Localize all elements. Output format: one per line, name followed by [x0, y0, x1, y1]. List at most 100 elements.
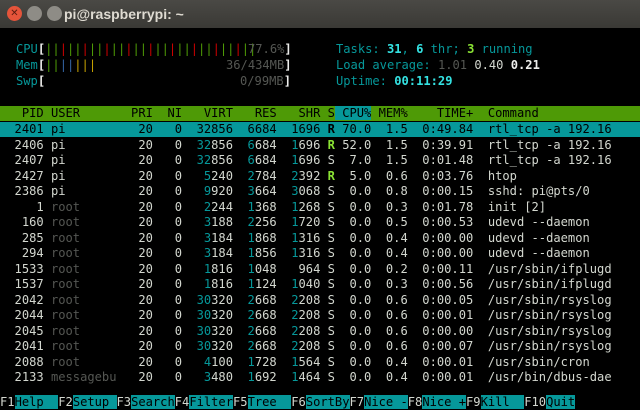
process-row[interactable]: 1537 root 20 0 1816 1124 1040 S 0.0 0.3 … [0, 277, 612, 292]
column-header[interactable]: PRI [117, 106, 153, 120]
mem-cell: 0.4 [371, 370, 408, 384]
mem-meter: Mem[||||||| [16, 58, 97, 72]
cpu-bar-segment: | [154, 42, 162, 56]
shr-cell: 2208 [276, 323, 321, 338]
mem-bar-segment: | [88, 58, 97, 72]
column-header[interactable]: MEM% [371, 106, 408, 120]
pid-cell: 2401 [0, 122, 44, 136]
column-header-row[interactable]: PID USER PRI NI VIRT RES SHR S CPU% MEM%… [0, 106, 640, 121]
shr-cell: 1268 [276, 199, 321, 214]
fkey-f5[interactable]: F5Tree [233, 395, 292, 409]
cpu-bar-segment: | [190, 42, 199, 56]
minimize-window-button[interactable] [27, 6, 42, 21]
ni-cell: 0 [152, 308, 183, 322]
process-row[interactable]: 2407 pi 20 0 32856 6684 1696 S 7.0 1.5 0… [0, 153, 612, 168]
fkey-label: Tree [247, 395, 292, 409]
cpu-bar-segment: | [125, 42, 133, 56]
ni-cell: 0 [152, 122, 183, 136]
fkey-f3[interactable]: F3Search [116, 395, 175, 409]
column-header[interactable]: RES [233, 106, 277, 120]
column-header[interactable]: TIME+ [408, 106, 473, 120]
command-cell: /usr/sbin/rsyslog [473, 292, 612, 307]
virt-cell: 4100 [182, 354, 233, 369]
pri-cell: 20 [116, 199, 153, 214]
command-cell: /usr/sbin/rsyslog [473, 308, 612, 322]
time-cell: 0:03.76 [407, 168, 474, 183]
process-row[interactable]: 160 root 20 0 3188 2256 1720 S 0.0 0.5 0… [0, 215, 590, 230]
terminal-area[interactable]: CPU[||||||||||||||||||||||||||||| 77.6%]… [0, 28, 640, 410]
window-title: pi@raspberrypi: ~ [64, 6, 184, 22]
res-cell: 6684 [233, 153, 277, 167]
shr-cell: 1564 [276, 354, 321, 369]
process-row-selected[interactable]: 2401 pi 20 0 32856 6684 1696 R 70.0 1.5 … [0, 122, 640, 137]
close-window-button[interactable]: ✕ [7, 6, 22, 21]
fkey-f9[interactable]: F9Kill [466, 395, 525, 409]
time-cell: 0:00.01 [407, 308, 474, 322]
process-row[interactable]: 2427 pi 20 0 5240 2784 2392 R 5.0 0.6 0:… [0, 169, 517, 184]
column-header[interactable]: S [320, 106, 335, 120]
process-row[interactable]: 2042 root 20 0 30320 2668 2208 S 0.0 0.6… [0, 293, 612, 308]
cpu-bar-segment: | [59, 42, 67, 56]
fkey-number: F6 [291, 395, 306, 409]
shr-cell: 1696 [276, 122, 321, 136]
process-row[interactable]: 285 root 20 0 3184 1868 1316 S 0.0 0.4 0… [0, 231, 590, 246]
fkey-label: Filter [189, 395, 233, 409]
process-row[interactable]: 294 root 20 0 3184 1856 1316 S 0.0 0.4 0… [0, 246, 590, 261]
time-cell: 0:00.05 [407, 292, 474, 307]
state-cell: S [320, 277, 335, 291]
column-header[interactable]: NI [153, 106, 182, 120]
maximize-window-button[interactable] [47, 6, 62, 21]
fkey-f2[interactable]: F2Setup [58, 395, 117, 409]
mem-cell: 1.5 [371, 153, 408, 167]
cpu-cell: 0.0 [334, 323, 372, 338]
pri-cell: 20 [116, 292, 153, 307]
process-row[interactable]: 2406 pi 20 0 32856 6684 1696 R 52.0 1.5 … [0, 138, 612, 153]
column-header[interactable]: SHR [277, 106, 321, 120]
cpu-bar-segment: | [212, 42, 220, 56]
fkey-f1[interactable]: F1Help [0, 395, 59, 409]
fkey-f8[interactable]: F8Nice + [407, 395, 466, 409]
cpu-bar-segment: | [132, 42, 140, 56]
process-row[interactable]: 2041 root 20 0 30320 2668 2208 S 0.0 0.6… [0, 339, 612, 354]
fkey-f6[interactable]: F6SortBy [291, 395, 350, 409]
column-header[interactable]: PID [0, 106, 44, 120]
column-header[interactable]: VIRT [182, 106, 233, 120]
ni-cell: 0 [152, 354, 183, 369]
shr-cell: 964 [298, 261, 321, 276]
time-cell: 0:00.00 [407, 323, 474, 338]
res-cell: 2668 [233, 323, 277, 338]
ni-cell: 0 [152, 153, 183, 167]
ni-cell: 0 [152, 370, 183, 384]
time-cell: 0:39.91 [407, 137, 474, 152]
process-row[interactable]: 2045 root 20 0 30320 2668 2208 S 0.0 0.6… [0, 324, 612, 339]
process-row[interactable]: 2386 pi 20 0 9920 3664 3068 S 0.0 0.8 0:… [0, 184, 590, 199]
shr-cell: 2208 [276, 292, 321, 307]
fkey-number: F1 [0, 395, 15, 409]
column-header[interactable]: USER [44, 106, 117, 120]
user-cell: pi [43, 153, 117, 167]
state-cell: S [320, 230, 335, 245]
fkey-f10[interactable]: F10Quit [524, 395, 576, 409]
cpu-bar-segment: | [52, 42, 60, 56]
pri-cell: 20 [116, 370, 153, 384]
mem-cell: 0.8 [371, 184, 408, 198]
state-cell: S [320, 199, 335, 214]
process-row[interactable]: 2044 root 20 0 30320 2668 2208 S 0.0 0.6… [0, 308, 612, 323]
pid-cell: 2133 [0, 370, 44, 384]
mem-cell: 0.3 [371, 277, 408, 291]
time-cell: 0:00.00 [407, 230, 474, 245]
fkey-label: Setup [72, 395, 117, 409]
mem-cell: 0.4 [371, 246, 408, 260]
cpu-meter: CPU[||||||||||||||||||||||||||||| [16, 42, 257, 56]
process-row[interactable]: 2088 root 20 0 4100 1728 1564 S 0.0 0.4 … [0, 355, 590, 370]
column-header[interactable]: Command [473, 106, 539, 120]
column-header-cpu-sorted[interactable]: CPU% [334, 106, 372, 120]
process-row[interactable]: 1 root 20 0 2244 1368 1268 S 0.0 0.3 0:0… [0, 200, 546, 215]
fkey-f4[interactable]: F4Filter [174, 395, 233, 409]
pid-cell: 1 [0, 199, 44, 214]
user-cell: root [43, 246, 117, 260]
pid-cell: 1533 [0, 261, 44, 276]
process-row[interactable]: 2133 messagebu 20 0 3480 1692 1464 S 0.0… [0, 370, 612, 385]
process-row[interactable]: 1533 root 20 0 1816 1048 964 S 0.0 0.2 0… [0, 262, 612, 277]
fkey-f7[interactable]: F7Nice - [349, 395, 408, 409]
